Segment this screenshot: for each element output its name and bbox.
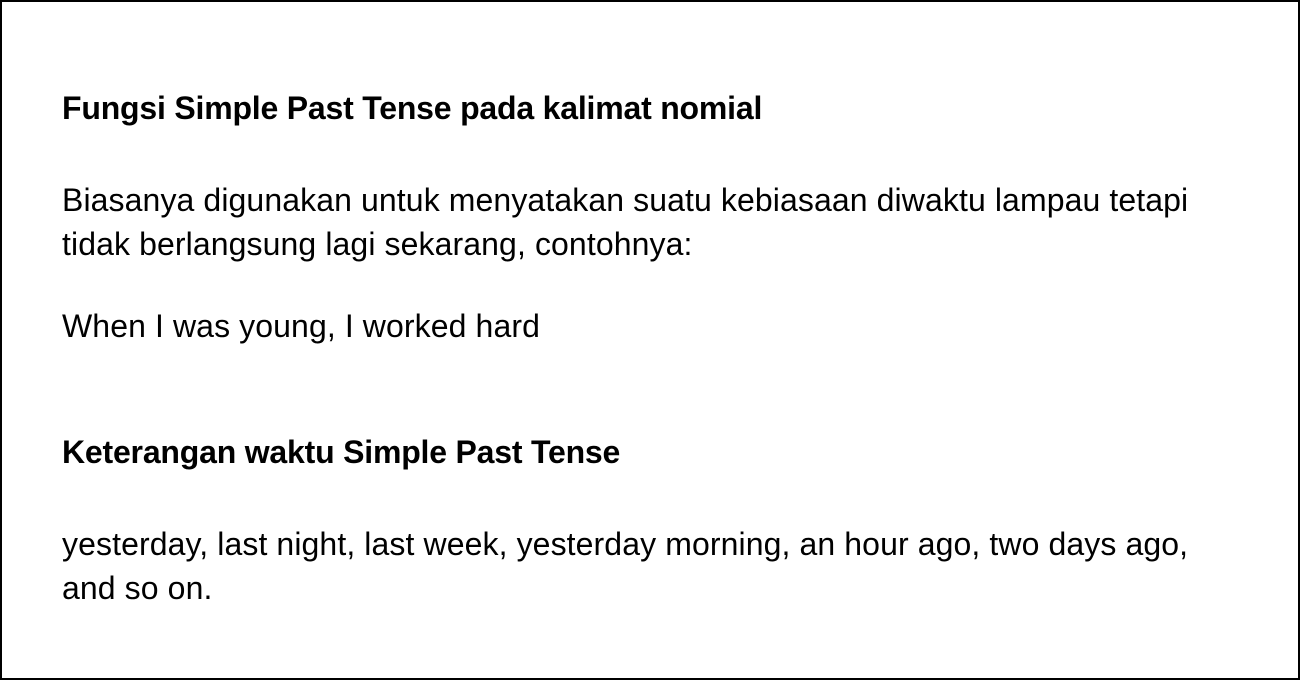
time-expressions-list: yesterday, last night, last week, yester…: [62, 526, 1189, 606]
document-content: Fungsi Simple Past Tense pada kalimat no…: [62, 86, 1242, 610]
example-sentence: When I was young, I worked hard: [62, 308, 541, 344]
document-card: Fungsi Simple Past Tense pada kalimat no…: [0, 0, 1300, 680]
section-description: Biasanya digunakan untuk menyatakan suat…: [62, 182, 1189, 262]
section-heading-time-expressions: Keterangan waktu Simple Past Tense: [62, 434, 621, 470]
section-heading-function: Fungsi Simple Past Tense pada kalimat no…: [62, 90, 763, 126]
